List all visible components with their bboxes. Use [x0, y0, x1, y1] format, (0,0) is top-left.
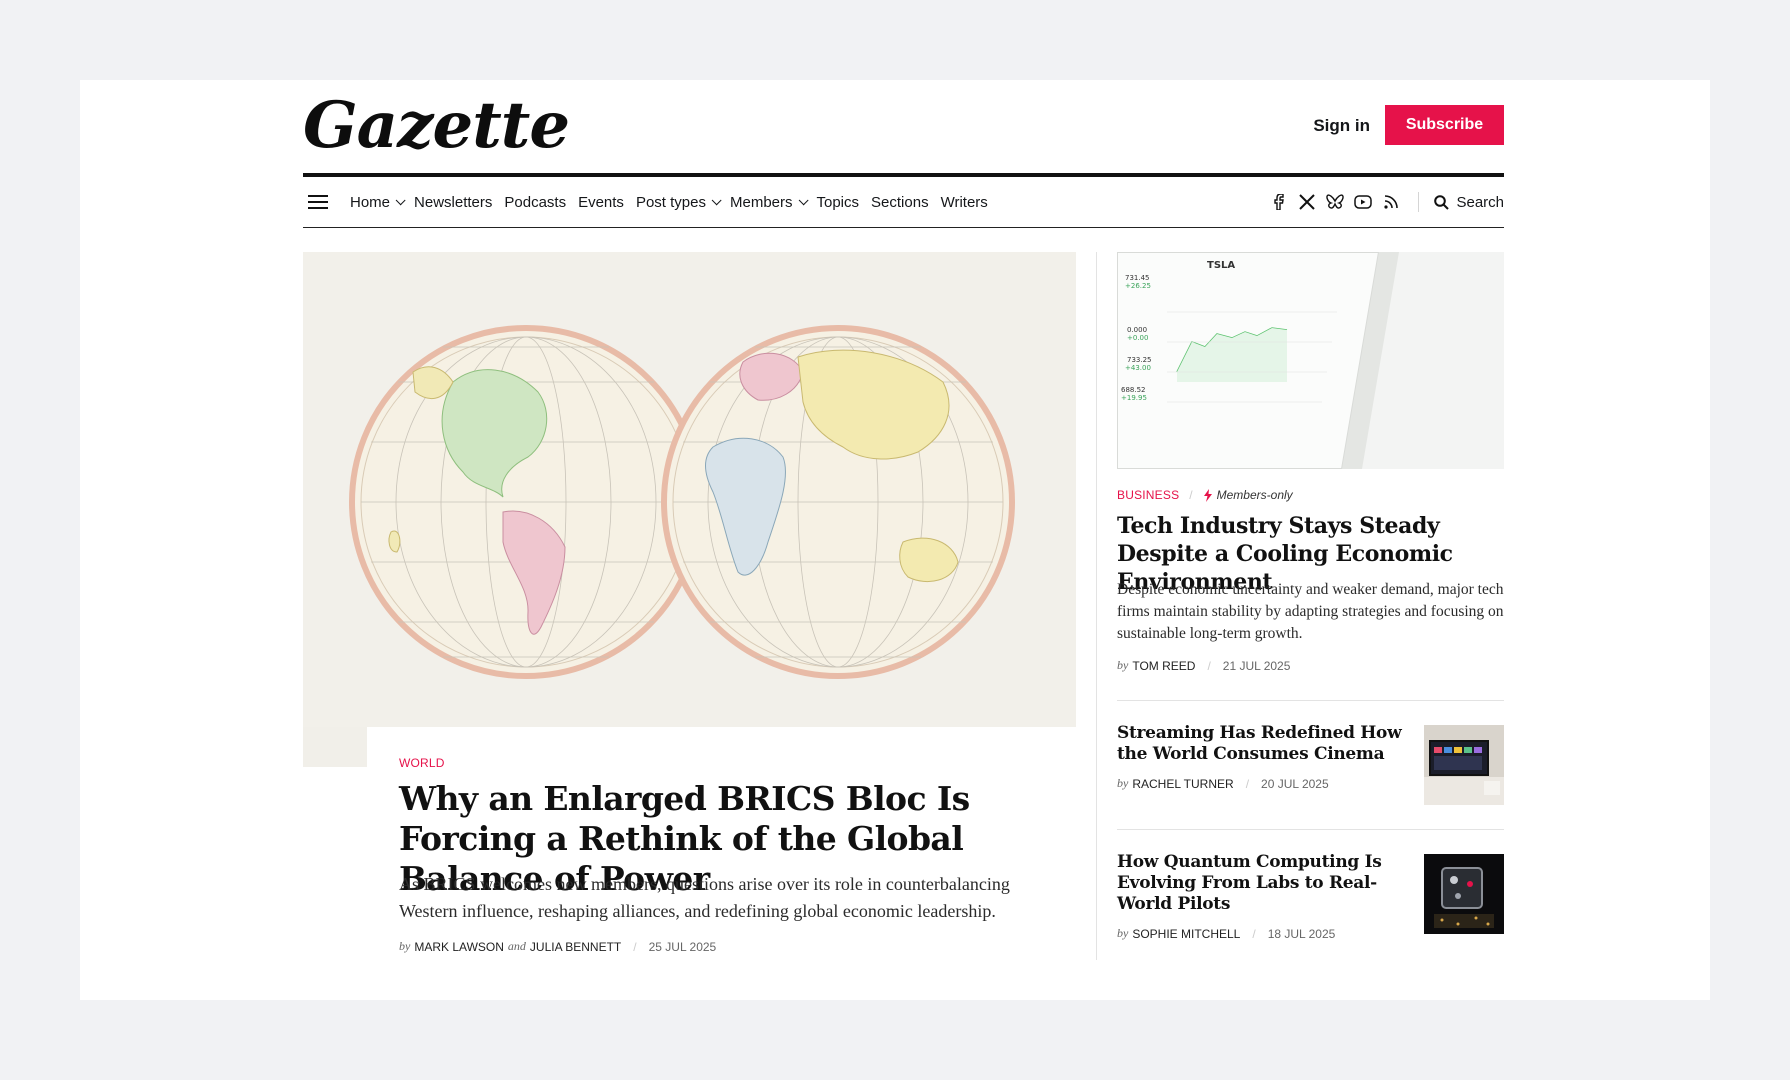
search-icon — [1434, 194, 1450, 210]
chevron-down-icon — [395, 194, 406, 205]
publish-date: 18 Jul 2025 — [1267, 926, 1336, 941]
svg-text:TSLA: TSLA — [1207, 260, 1235, 271]
svg-text:733.25: 733.25 — [1127, 356, 1152, 364]
list-item-thumbnail-tv[interactable] — [1424, 725, 1504, 805]
x-icon[interactable] — [1298, 193, 1316, 211]
column-divider — [1096, 252, 1097, 960]
main-nav: Home Newsletters Podcasts Events Post ty… — [303, 177, 1504, 227]
featured-excerpt: As BRICS welcomes new members, questions… — [399, 874, 1010, 921]
byline-separator: / — [1252, 926, 1256, 941]
svg-text:0.000: 0.000 — [1127, 326, 1147, 334]
side-article-byline: by Tom Reed / 21 Jul 2025 — [1117, 658, 1290, 673]
svg-text:+43.00: +43.00 — [1125, 364, 1151, 372]
bluesky-icon[interactable] — [1326, 193, 1345, 211]
chevron-down-icon — [798, 194, 809, 205]
svg-text:688.52: 688.52 — [1121, 386, 1146, 394]
nav-item-events[interactable]: Events — [578, 194, 624, 211]
search-button[interactable]: Search — [1434, 194, 1504, 211]
featured-byline: by Mark Lawson and Julia Bennett / 25 Ju… — [399, 939, 716, 954]
subscribe-button[interactable]: Subscribe — [1385, 105, 1504, 145]
featured-image-overhang — [303, 727, 367, 767]
nav-right-group: Search — [1260, 192, 1504, 212]
svg-text:+0.00: +0.00 — [1127, 334, 1148, 342]
members-only-label: Members-only — [1216, 488, 1293, 502]
nav-item-post-types[interactable]: Post types — [636, 194, 722, 211]
members-only-badge: Members-only — [1203, 488, 1293, 502]
rss-icon[interactable] — [1382, 193, 1400, 211]
publish-date: 21 Jul 2025 — [1222, 658, 1291, 673]
list-divider — [1117, 700, 1504, 701]
byline-by: by — [1117, 776, 1129, 790]
featured-article-card: World Why an Enlarged BRICS Bloc Is Forc… — [367, 727, 1076, 972]
side-article-meta: Business / Members-only — [1117, 488, 1293, 502]
author-link[interactable]: Mark Lawson — [414, 940, 504, 954]
nav-item-members[interactable]: Members — [730, 194, 809, 211]
list-divider — [1117, 829, 1504, 830]
side-tag[interactable]: Business — [1117, 488, 1179, 502]
meta-separator: / — [1189, 488, 1193, 502]
byline-by: by — [399, 939, 411, 953]
publish-date: 25 Jul 2025 — [648, 939, 717, 954]
signin-link[interactable]: Sign in — [1313, 116, 1370, 136]
list-item-byline: by Sophie Mitchell / 18 Jul 2025 — [1117, 926, 1335, 941]
author-link[interactable]: Sophie Mitchell — [1132, 927, 1240, 941]
nav-item-writers[interactable]: Writers — [941, 194, 988, 211]
list-item-byline: by Rachel Turner / 20 Jul 2025 — [1117, 776, 1329, 791]
nav-item-newsletters[interactable]: Newsletters — [414, 194, 492, 211]
author-link[interactable]: Julia Bennett — [530, 940, 621, 954]
site-logo[interactable]: Gazette — [303, 88, 570, 163]
lightning-icon — [1203, 488, 1212, 502]
byline-separator: / — [633, 939, 637, 954]
hamburger-menu-icon[interactable] — [308, 195, 328, 209]
svg-text:731.45: 731.45 — [1125, 274, 1150, 282]
author-link[interactable]: Rachel Turner — [1132, 777, 1233, 791]
page-container: Gazette Sign in Subscribe Home Newslette… — [80, 80, 1710, 1000]
youtube-icon[interactable] — [1354, 193, 1373, 211]
publish-date: 20 Jul 2025 — [1261, 776, 1329, 791]
search-label: Search — [1456, 193, 1504, 211]
list-item-title[interactable]: How Quantum Computing Is Evolving From L… — [1117, 852, 1407, 915]
nav-item-topics[interactable]: Topics — [817, 194, 860, 211]
content-wrapper: Gazette Sign in Subscribe Home Newslette… — [303, 80, 1504, 1000]
nav-item-podcasts[interactable]: Podcasts — [504, 194, 566, 211]
svg-text:+26.25: +26.25 — [1125, 282, 1151, 290]
facebook-icon[interactable] — [1270, 193, 1288, 211]
side-article-image-stock-chart[interactable]: TSLA 731.45 0.000 733.25 688.52 +26.25 +… — [1117, 252, 1504, 469]
nav-bottom-rule — [303, 227, 1504, 228]
side-article-excerpt: Despite economic uncertainty and weaker … — [1117, 581, 1504, 642]
byline-separator: / — [1245, 776, 1250, 791]
featured-image-world-map[interactable] — [303, 252, 1076, 727]
byline-by: by — [1117, 658, 1129, 672]
nav-item-sections[interactable]: Sections — [871, 194, 929, 211]
chevron-down-icon — [711, 194, 722, 205]
list-item-title[interactable]: Streaming Has Redefined How the World Co… — [1117, 723, 1407, 765]
nav-divider — [1418, 192, 1420, 212]
byline-and: and — [507, 939, 526, 953]
byline-separator: / — [1207, 658, 1211, 673]
byline-by: by — [1117, 926, 1129, 940]
svg-text:+19.95: +19.95 — [1121, 394, 1147, 402]
list-item-thumbnail-quantum[interactable] — [1424, 854, 1504, 934]
featured-tag[interactable]: World — [399, 756, 445, 770]
author-link[interactable]: Tom Reed — [1132, 659, 1195, 673]
nav-item-home[interactable]: Home — [350, 194, 406, 211]
